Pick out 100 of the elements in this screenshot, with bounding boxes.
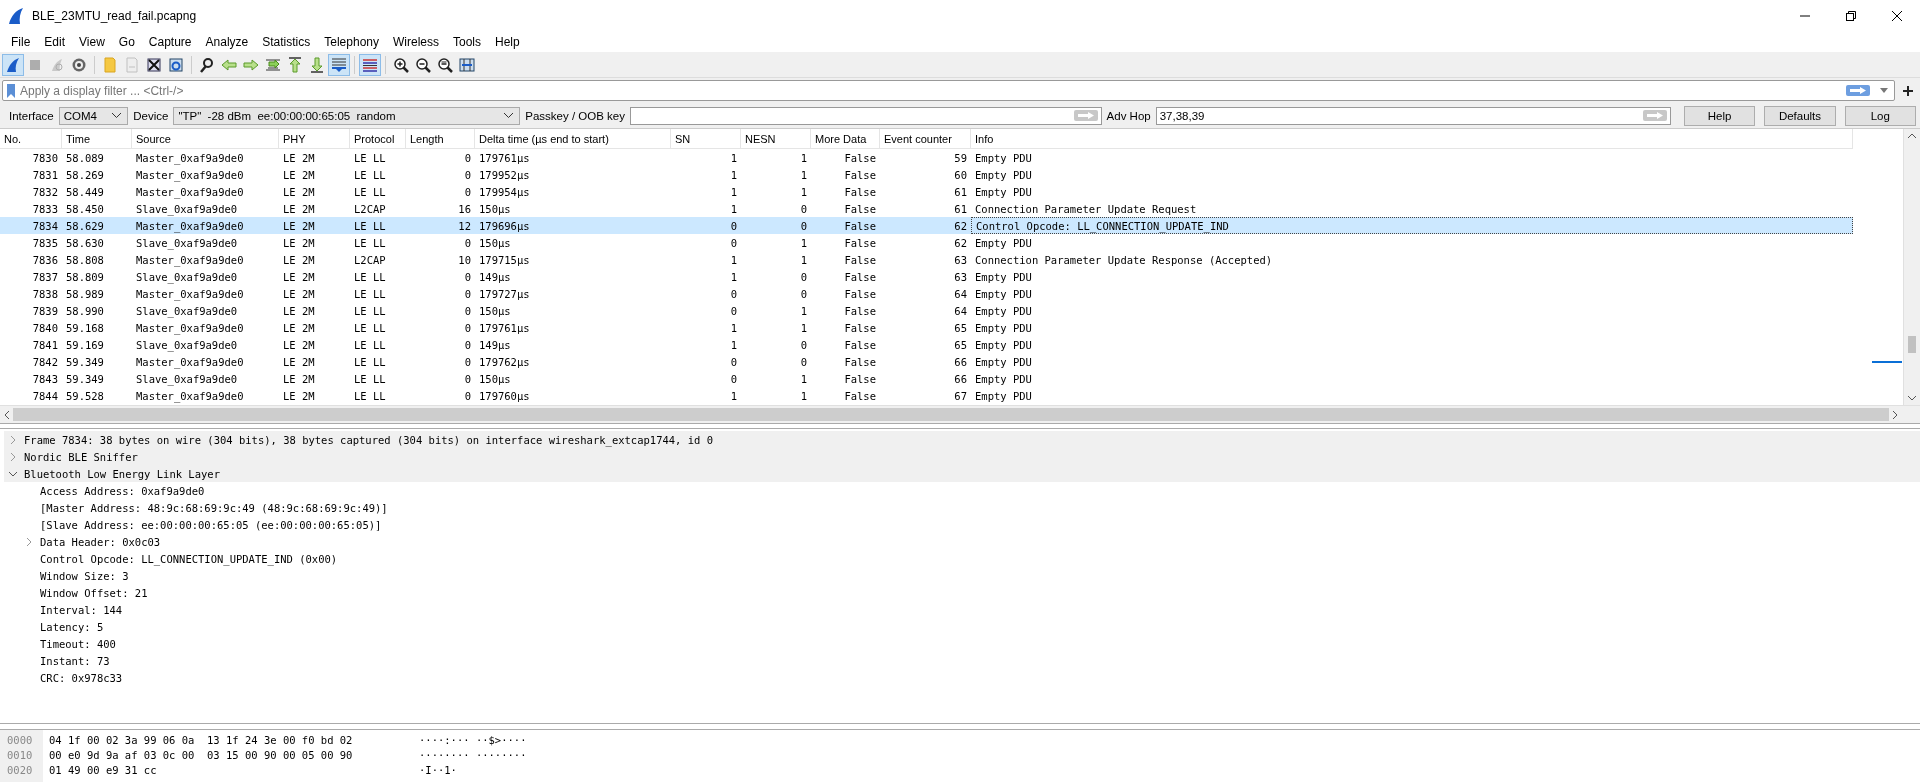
shark-fin-icon[interactable] [2,54,24,76]
scroll-up-icon[interactable] [1908,133,1916,138]
table-cell-text: Master_0xaf9a9de0 [135,286,245,302]
packet-row[interactable]: 7843 59.349 Slave_0xaf9a9de0 LE 2M LE LL 0 150µs 0 1 False 66 Empty PDU [0,370,1853,387]
column-header[interactable]: Time [62,129,132,148]
table-cell-text: 58.269 [65,167,105,183]
table-cell-text: 60 [953,167,968,183]
vertical-scrollbar[interactable] [1903,129,1920,405]
tree-item[interactable]: Latency: 5 [0,618,1920,635]
autoscroll-icon[interactable] [328,54,350,76]
scroll-down-icon[interactable] [1908,396,1916,401]
column-header[interactable]: Event counter [880,129,971,148]
tree-item[interactable]: Nordic BLE Sniffer [4,448,1920,465]
scroll-left-icon[interactable] [4,410,9,419]
menu-item[interactable]: View [72,35,112,49]
device-dropdown[interactable]: "TP" -28 dBm ee:00:00:00:65:05 random [173,106,521,125]
table-cell-text: Slave_0xaf9a9de0 [135,201,239,217]
scroll-right-icon[interactable] [1893,410,1898,419]
packet-row[interactable]: 7838 58.989 Master_0xaf9a9de0 LE 2M LE LL 0 179727µs 0 0 False 64 Empty PDU [0,285,1853,302]
menu-item[interactable]: Help [488,35,527,49]
table-cell-text: Empty PDU [974,388,1033,404]
packet-row[interactable]: 7830 58.089 Master_0xaf9a9de0 LE 2M LE LL 0 179761µs 1 1 False 59 Empty PDU [0,149,1853,166]
display-filter-field[interactable]: Apply a display filter ... <Ctrl-/> [2,80,1895,101]
hex-bytes: 04 1f 00 02 3a 99 06 0a 13 1f 24 3e 00 f0 bd 02 [49,733,354,746]
packet-row[interactable]: 7832 58.449 Master_0xaf9a9de0 LE 2M LE LL 0 179954µs 1 1 False 61 Empty PDU [0,183,1853,200]
push-button[interactable]: Log [1844,105,1916,126]
packet-row[interactable]: 7835 58.630 Slave_0xaf9a9de0 LE 2M LE LL 0 150µs 0 1 False 62 Empty PDU [0,234,1853,251]
table-cell-text: 0 [463,337,472,353]
tree-item[interactable]: Window Size: 3 [0,567,1920,584]
column-header[interactable]: Protocol [350,129,406,148]
table-cell-text: 0 [729,371,738,387]
packet-row[interactable]: 7844 59.528 Master_0xaf9a9de0 LE 2M LE LL 0 179760µs 1 1 False 67 Empty PDU [0,387,1853,404]
packet-row[interactable]: 7839 58.990 Slave_0xaf9a9de0 LE 2M LE LL 0 150µs 0 1 False 64 Empty PDU [0,302,1853,319]
menu-item[interactable]: Go [111,35,142,49]
interface-dropdown[interactable]: COM4 [58,106,129,125]
table-cell-text: 0 [463,150,472,166]
column-header[interactable]: Length [406,129,475,148]
table-cell-text: 1 [799,320,808,336]
tree-item[interactable]: Bluetooth Low Energy Link Layer [4,465,1920,482]
shark-fin-icon [8,7,24,25]
column-header[interactable]: No. [0,129,62,148]
column-header[interactable]: Delta time (µs end to start) [475,129,671,148]
column-header[interactable]: PHY [279,129,350,148]
push-button[interactable]: Defaults [1764,105,1836,126]
tree-item[interactable]: CRC: 0x978c33 [0,669,1920,686]
scroll-thumb[interactable] [1908,336,1916,353]
menu-item[interactable]: Capture [141,35,199,49]
expand-caret-icon[interactable] [24,536,34,547]
packet-row[interactable]: 7836 58.808 Master_0xaf9a9de0 LE 2M L2CAP 10 179715µs 1 1 False 63 Connection Parameter Update Response (Accepted) [0,251,1853,268]
expand-caret-icon[interactable] [8,451,18,462]
packet-row[interactable]: 7833 58.450 Slave_0xaf9a9de0 LE 2M L2CAP 16 150µs 1 0 False 61 Connection Parameter Update Request [0,200,1853,217]
tree-item[interactable]: [Master Address: 48:9c:68:69:9c:49 (48:9c:68:69:9c:49)] [0,499,1920,516]
table-cell-text: LE 2M [282,286,316,302]
menu-item[interactable]: File [4,35,38,49]
menu-item[interactable]: Telephony [317,35,386,49]
table-cell-text: 58.808 [65,252,105,268]
colorize-icon[interactable] [359,54,381,76]
packet-row[interactable]: 7841 59.169 Slave_0xaf9a9de0 LE 2M LE LL 0 149µs 1 0 False 65 Empty PDU [0,336,1853,353]
column-header[interactable]: Source [132,129,279,148]
table-cell-text: Master_0xaf9a9de0 [135,252,245,268]
caret-icon[interactable] [504,113,514,118]
table-cell-text: 1 [729,388,738,404]
menu-item[interactable]: Tools [446,35,488,49]
dropdown-caret-icon[interactable] [1880,88,1888,93]
close-icon[interactable] [1891,10,1903,22]
tree-item[interactable]: Interval: 144 [0,601,1920,618]
menu-item[interactable]: Wireless [386,35,446,49]
table-cell-text: False [843,201,877,217]
bookmark-icon[interactable] [6,83,16,98]
caret-icon[interactable] [112,113,122,118]
tree-item[interactable]: [Slave Address: ee:00:00:00:65:05 (ee:00:00:00:65:05)] [0,516,1920,533]
push-button[interactable]: Help [1683,105,1756,126]
tree-item[interactable]: Window Offset: 21 [0,584,1920,601]
expand-caret-icon[interactable] [8,434,18,445]
tree-item[interactable]: Control Opcode: LL_CONNECTION_UPDATE_IND (0x00) [0,550,1920,567]
menu-item[interactable]: Analyze [198,35,256,49]
menu-item[interactable]: Statistics [255,35,318,49]
restore-icon[interactable] [1845,10,1857,22]
column-header[interactable]: More Data [811,129,880,148]
tree-item[interactable]: Timeout: 400 [0,635,1920,652]
packet-row[interactable]: 7837 58.809 Slave_0xaf9a9de0 LE 2M LE LL 0 149µs 1 0 False 63 Empty PDU [0,268,1853,285]
table-cell-text: 59.169 [65,337,105,353]
menu-item[interactable]: Edit [37,35,73,49]
passkey-field[interactable] [629,106,1102,125]
display-filter-input[interactable]: Apply a display filter ... <Ctrl-/> [20,83,1842,98]
tree-item[interactable]: Access Address: 0xaf9a9de0 [0,482,1920,499]
column-header[interactable]: Info [971,129,1853,148]
packet-row[interactable]: 7834 58.629 Master_0xaf9a9de0 LE 2M LE LL 12 179696µs 0 0 False 62 Control Opcode: LL_CONNECTION_UPDATE_IND [0,217,1853,234]
tree-item[interactable]: Data Header: 0x0c03 [0,533,1920,550]
tree-item[interactable]: Instant: 73 [0,652,1920,669]
packet-row[interactable]: 7842 59.349 Master_0xaf9a9de0 LE 2M LE LL 0 179762µs 0 0 False 66 Empty PDU [0,353,1853,370]
packet-row[interactable]: 7831 58.269 Master_0xaf9a9de0 LE 2M LE LL 0 179952µs 1 1 False 60 Empty PDU [0,166,1853,183]
packet-row[interactable]: 7840 59.168 Master_0xaf9a9de0 LE 2M LE LL 0 179761µs 1 1 False 65 Empty PDU [0,319,1853,336]
horizontal-scrollbar[interactable] [0,405,1920,423]
add-icon[interactable] [1903,85,1913,96]
column-header[interactable]: SN [671,129,741,148]
tree-item[interactable]: Frame 7834: 38 bytes on wire (304 bits), 38 bytes captured (304 bits) on interface wireshark_extcap1744, id 0 [4,431,1920,448]
table-cell-text: False [843,184,877,200]
adv-hop-field[interactable]: 37,38,39 [1155,106,1671,125]
column-header[interactable]: NESN [741,129,811,148]
